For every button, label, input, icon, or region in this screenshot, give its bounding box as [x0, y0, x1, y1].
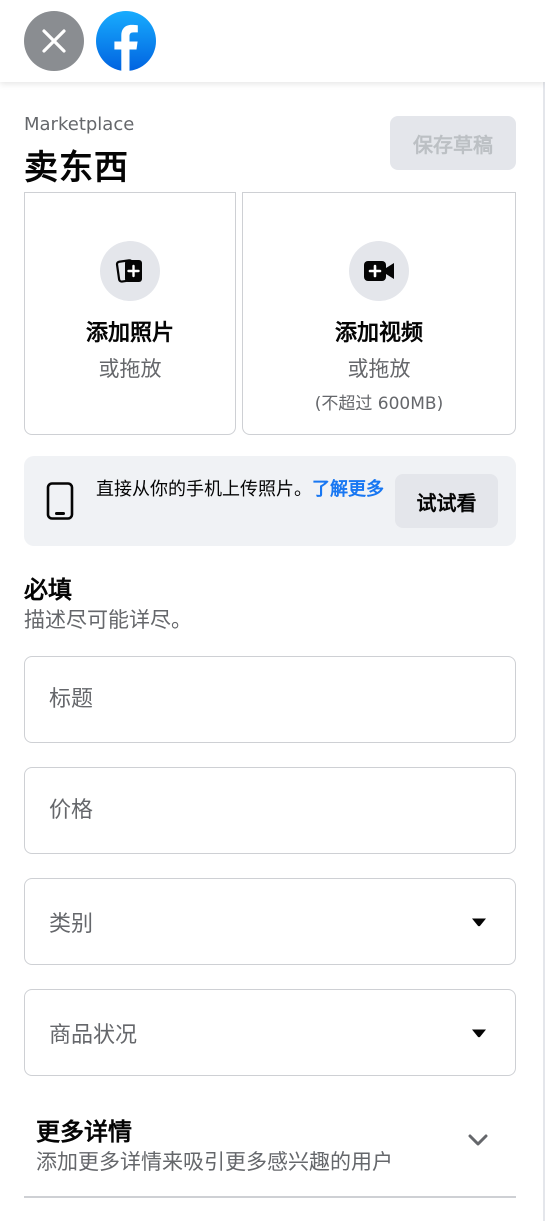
add-photo-dropzone[interactable]: 添加照片 或拖放	[24, 192, 236, 435]
add-video-icon	[349, 241, 409, 301]
close-button[interactable]	[24, 11, 84, 71]
chevron-down-icon	[468, 1134, 488, 1146]
add-photo-subtitle: 或拖放	[98, 357, 162, 381]
title-field[interactable]	[24, 656, 516, 743]
caret-down-icon	[472, 918, 486, 927]
more-details-subtitle: 添加更多详情来吸引更多感兴趣的用户	[36, 1150, 393, 1174]
category-label: 类别	[49, 911, 94, 937]
marketplace-label: Marketplace	[24, 114, 135, 135]
required-section-subtitle: 描述尽可能详尽。	[24, 608, 192, 632]
try-it-button[interactable]: 试试看	[395, 474, 498, 528]
more-details-toggle[interactable]: 更多详情 添加更多详情来吸引更多感兴趣的用户	[24, 1098, 516, 1198]
title-input[interactable]	[49, 687, 469, 712]
price-input[interactable]	[49, 798, 469, 823]
facebook-logo-icon[interactable]	[96, 11, 156, 71]
add-photo-icon	[100, 241, 160, 301]
condition-select[interactable]: 商品状况	[24, 989, 516, 1076]
video-size-limit: (不超过 600MB)	[314, 394, 444, 414]
mobile-upload-banner: 直接从你的手机上传照片。了解更多 试试看	[24, 456, 516, 546]
add-photo-title: 添加照片	[85, 321, 174, 346]
learn-more-link[interactable]: 了解更多	[312, 479, 384, 500]
more-details-title: 更多详情	[36, 1118, 132, 1146]
price-field[interactable]	[24, 767, 516, 854]
condition-label: 商品状况	[49, 1022, 138, 1048]
mobile-upload-message: 直接从你的手机上传照片。	[96, 479, 312, 500]
add-video-dropzone[interactable]: 添加视频 或拖放 (不超过 600MB)	[242, 192, 516, 435]
close-icon	[42, 29, 66, 53]
required-section-title: 必填	[24, 576, 72, 604]
category-select[interactable]: 类别	[24, 878, 516, 965]
caret-down-icon	[472, 1029, 486, 1038]
save-draft-button[interactable]: 保存草稿	[390, 116, 516, 170]
add-video-subtitle: 或拖放	[347, 357, 411, 381]
top-bar	[0, 0, 545, 82]
add-video-title: 添加视频	[334, 321, 423, 346]
phone-icon	[46, 482, 74, 520]
mobile-upload-text: 直接从你的手机上传照片。了解更多	[96, 478, 386, 502]
page-title: 卖东西	[24, 148, 129, 188]
